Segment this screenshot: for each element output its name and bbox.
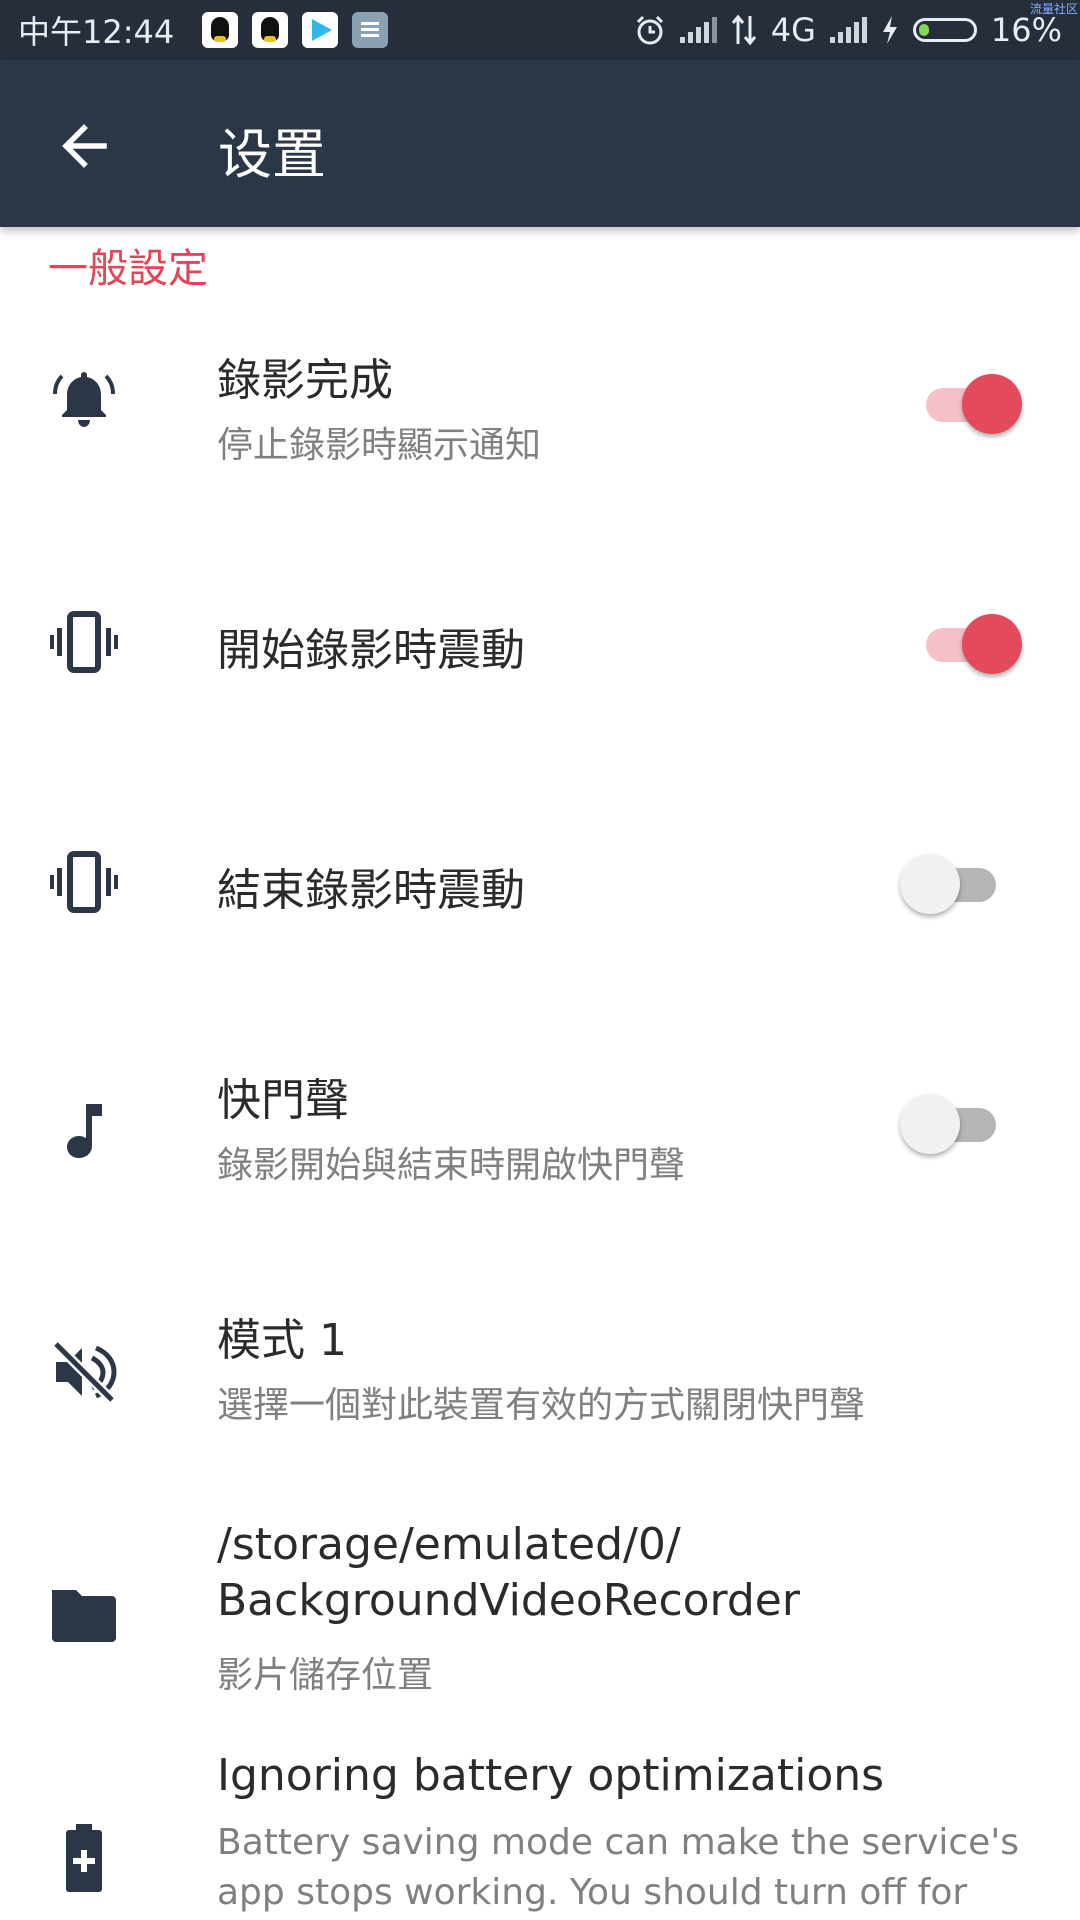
signal-icon [679, 17, 717, 43]
switch-thumb [962, 374, 1022, 434]
setting-title: 模式 1 [217, 1315, 347, 1366]
switch-thumb [900, 854, 960, 914]
switch-thumb [962, 614, 1022, 674]
setting-title: 結束錄影時震動 [217, 865, 525, 916]
status-left: 中午12:44 [18, 7, 389, 53]
status-time: 中午12:44 [18, 13, 175, 51]
qq-icon [202, 12, 239, 48]
bell-icon [53, 372, 115, 427]
storage-path: /storage/emulated/0/ BackgroundVideoReco… [217, 1517, 1037, 1629]
vibrate-icon [50, 611, 118, 673]
folder-icon [52, 1590, 116, 1642]
switch-thumb [900, 1094, 960, 1154]
setting-vibrate-start[interactable]: 開始錄影時震動 [0, 570, 1080, 720]
charging-icon [882, 16, 897, 44]
toggle-switch[interactable] [900, 1094, 1010, 1154]
setting-title: 快門聲 [217, 1075, 349, 1126]
vibrate-icon [50, 851, 118, 913]
setting-summary: 停止錄影時顯示通知 [217, 425, 542, 466]
summary-line1: Battery saving mode can make the service… [217, 1822, 1019, 1863]
arrow-left-icon[interactable] [56, 118, 112, 174]
qq-icon [252, 12, 289, 48]
signal-icon [829, 17, 867, 43]
page-title: 设置 [218, 123, 326, 186]
setting-summary: 影片儲存位置 [217, 1655, 434, 1696]
setting-shutter-mode[interactable]: 模式 1 選擇一個對此裝置有效的方式關閉快門聲 [0, 1290, 1080, 1460]
setting-summary: 錄影開始與結束時開啟快門聲 [217, 1145, 686, 1186]
setting-title: 錄影完成 [217, 355, 393, 406]
status-bar: 中午12:44 4G 16% 流量社区 [0, 0, 1080, 60]
setting-title: Ignoring battery optimizations [217, 1750, 885, 1801]
app-bar: 设置 [0, 60, 1080, 227]
section-header: 一般設定 [48, 246, 208, 292]
storage-path-line1: /storage/emulated/0/ [217, 1519, 681, 1570]
setting-title: 開始錄影時震動 [217, 625, 525, 676]
setting-vibrate-end[interactable]: 結束錄影時震動 [0, 810, 1080, 960]
toggle-switch[interactable] [912, 374, 1022, 434]
setting-shutter-sound[interactable]: 快門聲 錄影開始與結束時開啟快門聲 [0, 1050, 1080, 1220]
data-arrows-icon [731, 14, 756, 46]
corner-label: 流量社区 [1029, 2, 1078, 16]
network-type: 4G [770, 11, 816, 49]
setting-record-complete[interactable]: 錄影完成 停止錄影時顯示通知 [0, 330, 1080, 500]
toggle-switch[interactable] [900, 854, 1010, 914]
battery-icon [912, 18, 977, 42]
storage-path-line2: BackgroundVideoRecorder [217, 1575, 800, 1626]
video-app-icon [302, 12, 339, 48]
toggle-switch[interactable] [912, 614, 1022, 674]
setting-summary: 選擇一個對此裝置有效的方式關閉快門聲 [217, 1385, 866, 1426]
status-right: 4G 16% [634, 11, 1062, 49]
battery-plus-icon [66, 1824, 102, 1892]
volume-off-icon [52, 1340, 117, 1404]
document-icon [352, 12, 389, 48]
alarm-icon [636, 15, 663, 45]
music-note-icon [67, 1104, 102, 1158]
summary-line2: app stops working. You should turn off f… [217, 1872, 968, 1913]
setting-summary: Battery saving mode can make the service… [217, 1818, 1067, 1918]
